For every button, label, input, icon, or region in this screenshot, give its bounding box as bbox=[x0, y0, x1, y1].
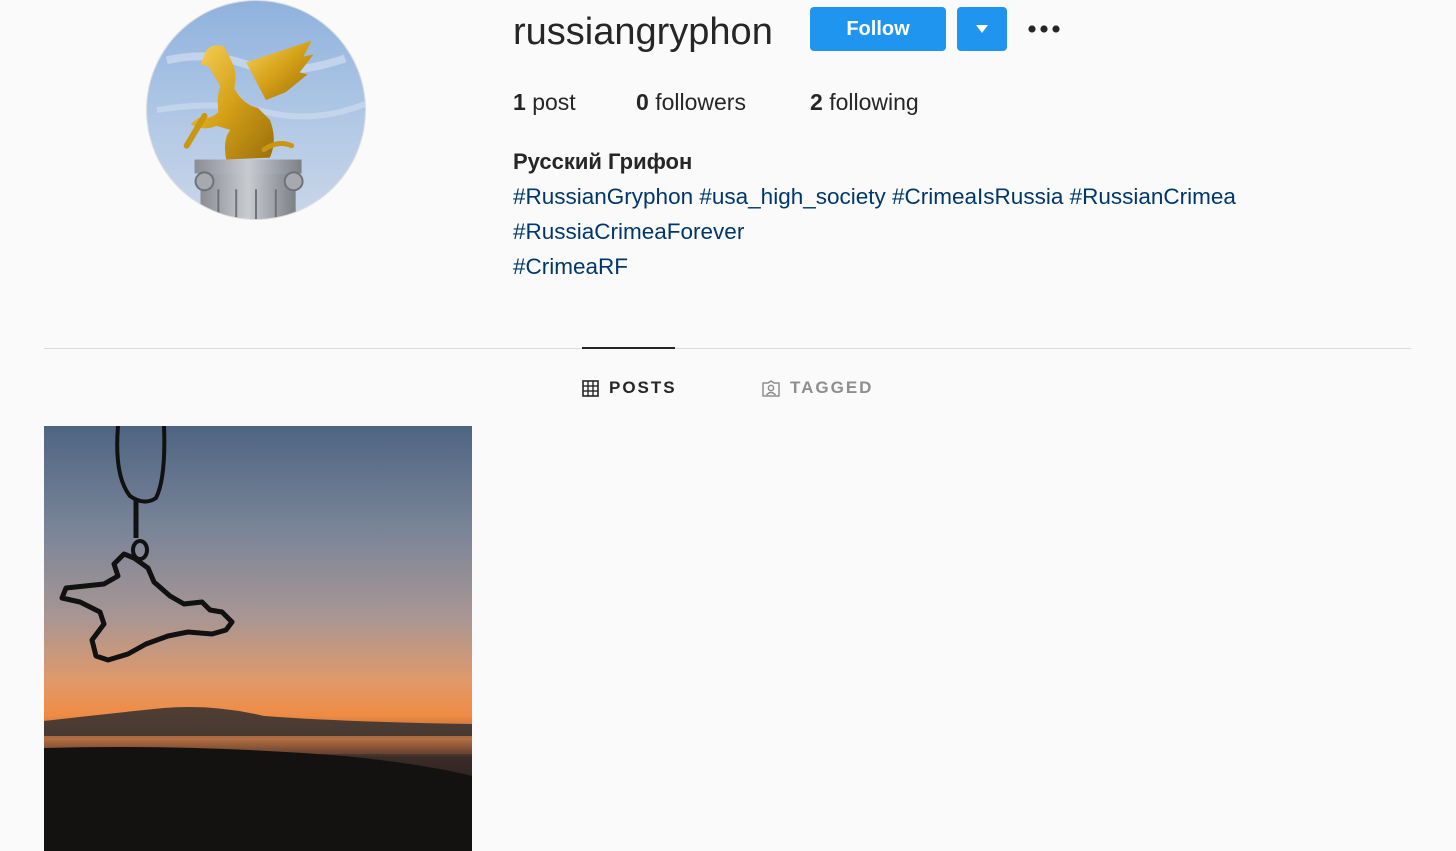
tab-posts[interactable]: POSTS bbox=[582, 376, 677, 400]
avatar[interactable] bbox=[146, 0, 366, 220]
following-count: 2 bbox=[810, 89, 823, 115]
hashtag-link[interactable]: #RussianCrimea bbox=[1070, 184, 1236, 209]
hashtag-link[interactable]: #CrimeaIsRussia bbox=[892, 184, 1063, 209]
bio-line-2: #RussiaCrimeaForever bbox=[513, 217, 744, 247]
following-label: following bbox=[829, 89, 919, 115]
more-options-button[interactable] bbox=[1024, 12, 1064, 46]
profile-page: russiangryphon Follow 1 post 0 followers… bbox=[0, 0, 1456, 851]
posts-count-stat: 1 post bbox=[513, 86, 576, 118]
full-name: Русский Грифон bbox=[513, 149, 693, 174]
posts-count: 1 bbox=[513, 89, 526, 115]
suggested-accounts-dropdown-button[interactable] bbox=[957, 7, 1007, 51]
bio-line-1: #RussianGryphon #usa_high_society #Crime… bbox=[513, 182, 1236, 212]
bio-line-3: #CrimeaRF bbox=[513, 252, 628, 282]
active-tab-indicator bbox=[582, 347, 675, 349]
posts-label: post bbox=[532, 89, 576, 115]
post-thumbnail[interactable] bbox=[44, 426, 472, 851]
caret-down-icon bbox=[976, 25, 988, 33]
hashtag-link[interactable]: #RussiaCrimeaForever bbox=[513, 219, 744, 244]
grid-icon bbox=[582, 379, 599, 397]
followers-stat[interactable]: 0 followers bbox=[636, 86, 746, 118]
username: russiangryphon bbox=[513, 11, 773, 53]
gryphon-statue-image bbox=[147, 1, 365, 219]
hashtag-link[interactable]: #RussianGryphon bbox=[513, 184, 693, 209]
tab-posts-label: POSTS bbox=[609, 378, 677, 397]
tab-tagged-label: TAGGED bbox=[790, 378, 874, 397]
tab-tagged[interactable]: TAGGED bbox=[762, 376, 873, 400]
hashtag-link[interactable]: #usa_high_society bbox=[699, 184, 885, 209]
following-stat[interactable]: 2 following bbox=[810, 86, 919, 118]
tagged-person-icon bbox=[762, 379, 780, 397]
tabs-divider bbox=[44, 348, 1411, 349]
more-options-icon bbox=[1028, 25, 1060, 33]
crimea-pendant-sunset-image bbox=[44, 426, 472, 851]
follow-button[interactable]: Follow bbox=[810, 7, 946, 51]
followers-count: 0 bbox=[636, 89, 649, 115]
followers-label: followers bbox=[655, 89, 746, 115]
hashtag-link[interactable]: #CrimeaRF bbox=[513, 254, 628, 279]
